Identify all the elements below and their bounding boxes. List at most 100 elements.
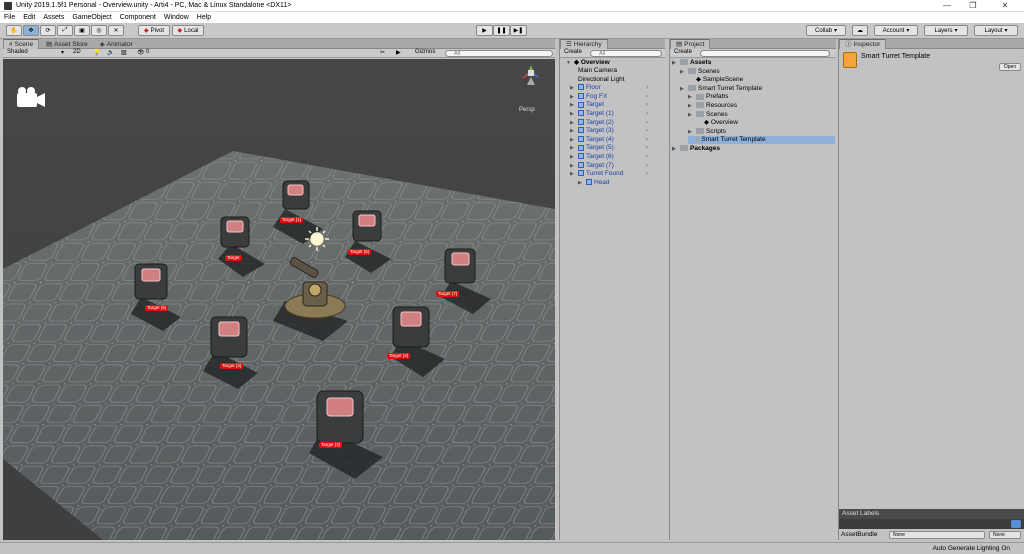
pause-button[interactable]: ❚❚ — [493, 25, 510, 36]
hierarchy-item[interactable]: ▶ Floor › — [570, 84, 652, 92]
local-button[interactable]: ◆ Local — [172, 25, 204, 36]
expand-arrow-icon[interactable]: ▶ — [570, 170, 578, 178]
expand-arrow-icon[interactable]: ▶ — [570, 144, 578, 152]
expand-arrow-icon[interactable]: ▶ — [688, 128, 696, 136]
menu-gameobject[interactable]: GameObject — [72, 14, 111, 21]
project-item[interactable]: ◆ Overview — [696, 119, 738, 127]
tools-icon[interactable]: ✂ — [380, 49, 385, 56]
create-dropdown[interactable]: Create — [674, 49, 692, 55]
expand-arrow-icon[interactable]: ▶ — [570, 153, 578, 161]
expand-arrow-icon[interactable]: ▶ — [570, 162, 578, 170]
layout-button[interactable]: Layout ▾ — [974, 25, 1018, 36]
hierarchy-item[interactable]: ▶ Target (1) › — [570, 110, 652, 118]
expand-arrow-icon[interactable]: ▶ — [570, 101, 578, 109]
tab-scene[interactable]: # Scene — [3, 39, 40, 49]
menu-component[interactable]: Component — [120, 14, 156, 21]
asset-labels-header[interactable]: Asset Labels — [839, 509, 1024, 519]
project-item[interactable]: ▶ Smart Turret Template — [680, 85, 762, 93]
chevron-right-icon[interactable]: › — [646, 153, 648, 161]
camera-settings-icon[interactable]: ▶ — [396, 49, 401, 56]
hierarchy-item[interactable]: Directional Light — [578, 76, 660, 84]
hierarchy-item[interactable]: ▶ Target (7) › — [570, 162, 652, 170]
label-tag-icon[interactable] — [1011, 520, 1021, 528]
chevron-right-icon[interactable]: › — [646, 93, 648, 101]
chevron-right-icon[interactable]: › — [646, 144, 648, 152]
expand-arrow-icon[interactable]: ▶ — [688, 93, 696, 101]
chevron-right-icon[interactable]: › — [646, 110, 648, 118]
transform-tool-icon[interactable]: ◎ — [91, 25, 107, 36]
project-item[interactable]: ▯ Smart Turret Template — [688, 136, 835, 145]
menu-edit[interactable]: Edit — [23, 14, 35, 21]
open-button[interactable]: Open — [999, 63, 1021, 71]
hand-tool-icon[interactable]: ✋ — [6, 25, 22, 36]
gizmos-dropdown[interactable]: Gizmos — [415, 49, 435, 55]
tab-hierarchy[interactable]: ☰ Hierarchy — [560, 39, 608, 49]
chevron-right-icon[interactable]: › — [646, 127, 648, 135]
menu-window[interactable]: Window — [164, 14, 189, 21]
close-icon[interactable]: ✕ — [994, 0, 1016, 12]
hierarchy-item[interactable]: ▶ Target (5) › — [570, 144, 652, 152]
scene-search-input[interactable]: All — [445, 50, 553, 57]
chevron-right-icon[interactable]: › — [646, 101, 648, 109]
step-button[interactable]: ▶❚ — [510, 25, 527, 36]
expand-arrow-icon[interactable]: ▶ — [570, 84, 578, 92]
tab-animator[interactable]: ◈ Animator — [95, 40, 138, 50]
project-item[interactable]: ◆ SampleScene — [688, 76, 743, 84]
expand-arrow-icon[interactable]: ▶ — [570, 127, 578, 135]
shading-dropdown[interactable]: Shaded — [7, 49, 28, 55]
chevron-right-icon[interactable]: › — [646, 170, 648, 178]
custom-tool-icon[interactable]: ✕ — [108, 25, 124, 36]
variant-dropdown[interactable]: None — [989, 531, 1021, 539]
hierarchy-item[interactable]: ▶ Target (4) › — [570, 136, 652, 144]
minimize-icon[interactable]: — — [936, 0, 958, 12]
expand-arrow-icon[interactable]: ▶ — [672, 145, 680, 153]
persp-label[interactable]: Persp — [519, 107, 535, 113]
pivot-button[interactable]: ◆ Pivot — [138, 25, 170, 36]
project-item[interactable]: ▶ Scripts — [688, 128, 726, 136]
hierarchy-search-input[interactable]: All — [590, 50, 662, 57]
menu-help[interactable]: Help — [197, 14, 211, 21]
project-item[interactable]: ▶ Assets — [672, 59, 711, 67]
hierarchy-item[interactable]: ▶ Target (6) › — [570, 153, 652, 161]
tab-asset-store[interactable]: ▤ Asset Store — [41, 40, 93, 50]
hierarchy-item[interactable]: ▶ Target › — [570, 101, 652, 109]
hierarchy-item[interactable]: ▶ Fog FX › — [570, 93, 652, 101]
project-item[interactable]: ▶ Prefabs — [688, 93, 728, 101]
move-tool-icon[interactable]: ✥ — [23, 25, 39, 36]
chevron-right-icon[interactable]: › — [646, 162, 648, 170]
expand-arrow-icon[interactable]: ▶ — [688, 102, 696, 110]
project-item[interactable]: ▶ Resources — [688, 102, 737, 110]
hierarchy-item[interactable]: ▶ Head — [578, 179, 652, 187]
fx-toggle-icon[interactable]: ▧ — [121, 49, 127, 56]
rotate-tool-icon[interactable]: ⟳ — [40, 25, 56, 36]
toggle-2d-button[interactable]: 2D — [73, 49, 81, 55]
expand-arrow-icon[interactable]: ▶ — [680, 68, 688, 76]
project-item[interactable]: ▶ Scenes — [688, 111, 728, 119]
scale-tool-icon[interactable]: ⤢ — [57, 25, 73, 36]
rect-tool-icon[interactable]: ▣ — [74, 25, 90, 36]
menu-assets[interactable]: Assets — [43, 14, 64, 21]
chevron-right-icon[interactable]: › — [646, 84, 648, 92]
expand-arrow-icon[interactable]: ▶ — [688, 111, 696, 119]
assetbundle-dropdown[interactable]: None — [889, 531, 985, 539]
maximize-icon[interactable]: ❐ — [962, 0, 984, 12]
play-button[interactable]: ▶ — [476, 25, 493, 36]
expand-arrow-icon[interactable]: ▶ — [570, 136, 578, 144]
scene-view[interactable]: Persp Target (1) Target Target (5) Targe… — [3, 59, 555, 540]
hierarchy-item[interactable]: ▶ Turret Found › — [570, 170, 652, 178]
expand-arrow-icon[interactable]: ▶ — [578, 179, 586, 187]
cloud-icon[interactable]: ☁ — [852, 25, 868, 36]
tab-project[interactable]: ▤ Project — [670, 39, 711, 49]
menu-file[interactable]: File — [4, 14, 15, 21]
expand-arrow-icon[interactable]: ▶ — [570, 93, 578, 101]
create-dropdown[interactable]: Create — [564, 49, 582, 55]
chevron-right-icon[interactable]: › — [646, 119, 648, 127]
account-button[interactable]: Account ▾ — [874, 25, 918, 36]
layers-button[interactable]: Layers ▾ — [924, 25, 968, 36]
tab-inspector[interactable]: ⓘ Inspector — [839, 39, 887, 49]
chevron-right-icon[interactable]: › — [646, 136, 648, 144]
expand-arrow-icon[interactable]: ▶ — [672, 59, 680, 67]
scene-root[interactable]: ▼ ◆ Overview — [566, 59, 610, 67]
hierarchy-item[interactable]: ▶ Target (3) › — [570, 127, 652, 135]
collab-button[interactable]: Collab ▾ — [806, 25, 846, 36]
